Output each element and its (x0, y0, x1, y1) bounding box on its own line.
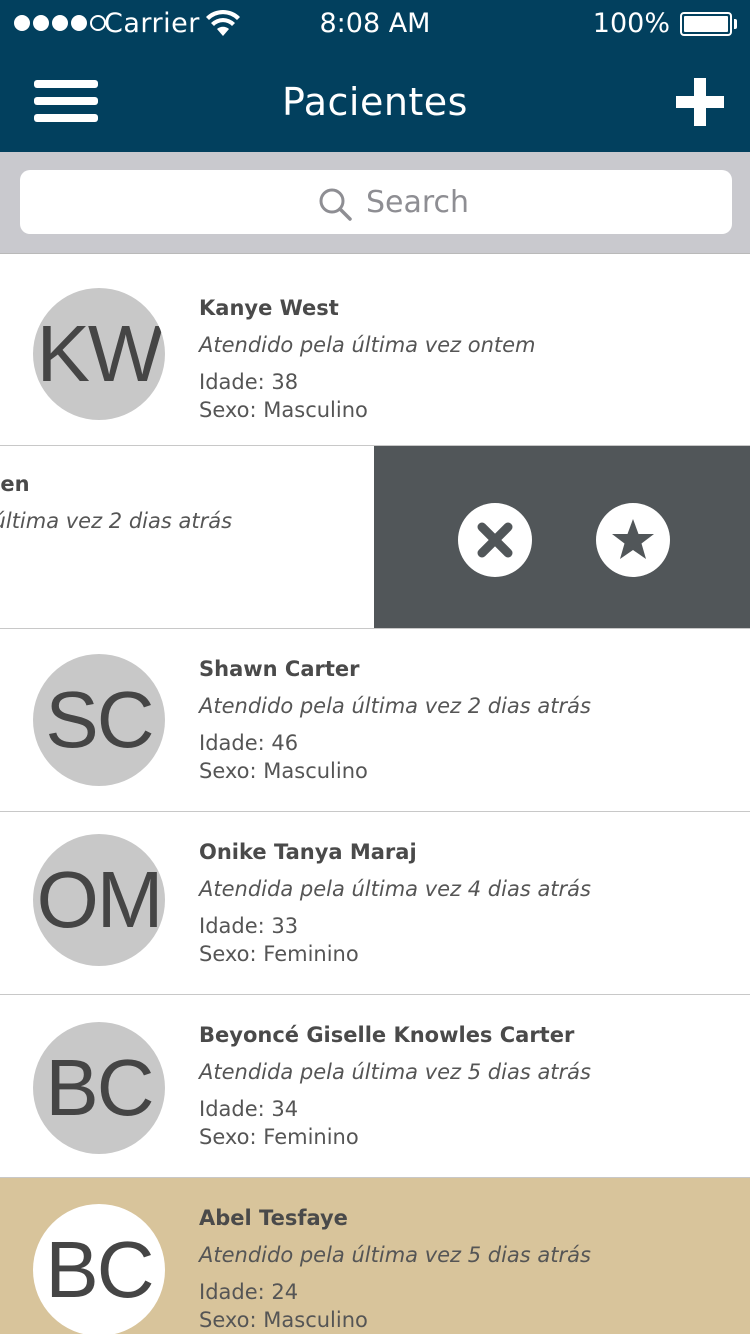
patient-last-visit: Atendido pela última vez ontem (199, 333, 536, 357)
search-input[interactable] (366, 180, 706, 224)
avatar-initials: OM (36, 855, 164, 944)
avatar-initials: BC (45, 1225, 154, 1314)
avatar-initials: SC (45, 675, 154, 764)
patient-row[interactable]: OM Onike Tanya Maraj Atendida pela últim… (0, 812, 750, 995)
patient-row-selected[interactable]: BC Abel Tesfaye Atendido pela última vez… (0, 1178, 750, 1334)
patient-age: Idade: 33 (199, 914, 299, 938)
patient-sex: Sexo: Feminino (199, 1125, 359, 1149)
patient-name: Onike Tanya Maraj (199, 840, 417, 864)
patient-last-visit: Atendido pela última vez 5 dias atrás (199, 1243, 591, 1267)
delete-button[interactable] (458, 503, 532, 577)
avatar: BC (33, 1022, 165, 1154)
search-icon (319, 188, 352, 221)
patient-name: Kanye West (199, 296, 339, 320)
patient-age: Idade: 46 (199, 731, 299, 755)
patient-last-visit: Atendida pela última vez 4 dias atrás (199, 877, 591, 901)
patient-row[interactable]: SC Shawn Carter Atendido pela última vez… (0, 629, 750, 812)
close-icon (477, 522, 513, 558)
avatar: SC (33, 654, 165, 786)
plus-icon[interactable] (676, 78, 724, 126)
swipe-actions (374, 446, 750, 628)
patient-list: KW Kanye West Atendido pela última vez o… (0, 254, 750, 1334)
patient-last-visit: Atendida pela última vez 5 dias atrás (199, 1060, 591, 1084)
favorite-button[interactable] (596, 503, 670, 577)
avatar-initials: BC (45, 1043, 154, 1132)
patient-row[interactable]: KW Kanye West Atendido pela última vez o… (0, 254, 750, 446)
avatar: OM (33, 834, 165, 966)
patient-row[interactable]: BC Beyoncé Giselle Knowles Carter Atendi… (0, 995, 750, 1178)
avatar: BC (33, 1204, 165, 1334)
patient-sex: Sexo: Feminino (199, 942, 359, 966)
page-title: Pacientes (282, 80, 468, 124)
status-bar: Carrier 8:08 AM 100% (0, 0, 750, 48)
patient-age: Idade: 34 (199, 1097, 299, 1121)
battery-percentage: 100% (592, 8, 670, 39)
patient-last-visit: Atendido pela última vez 2 dias atrás (199, 694, 591, 718)
search-field[interactable] (20, 170, 732, 234)
battery-tip (734, 19, 737, 29)
app-header: Carrier 8:08 AM 100% Pacientes (0, 0, 750, 152)
patient-row-swiped[interactable]: chen a última vez 2 dias atrás no (0, 446, 750, 629)
avatar: KW (33, 288, 165, 420)
battery-icon (680, 12, 732, 36)
star-icon (612, 519, 654, 559)
patient-sex: Sexo: Masculino (199, 398, 368, 422)
patient-name: Shawn Carter (199, 657, 360, 681)
search-bar (0, 152, 750, 254)
patient-name: Abel Tesfaye (199, 1206, 348, 1230)
patient-sex: Sexo: Masculino (199, 1308, 368, 1332)
patient-age: Idade: 24 (199, 1280, 299, 1304)
patient-sex: Sexo: Masculino (199, 759, 368, 783)
avatar-initials: KW (36, 309, 164, 398)
patient-age: Idade: 38 (199, 370, 299, 394)
patient-name: Beyoncé Giselle Knowles Carter (199, 1023, 575, 1047)
